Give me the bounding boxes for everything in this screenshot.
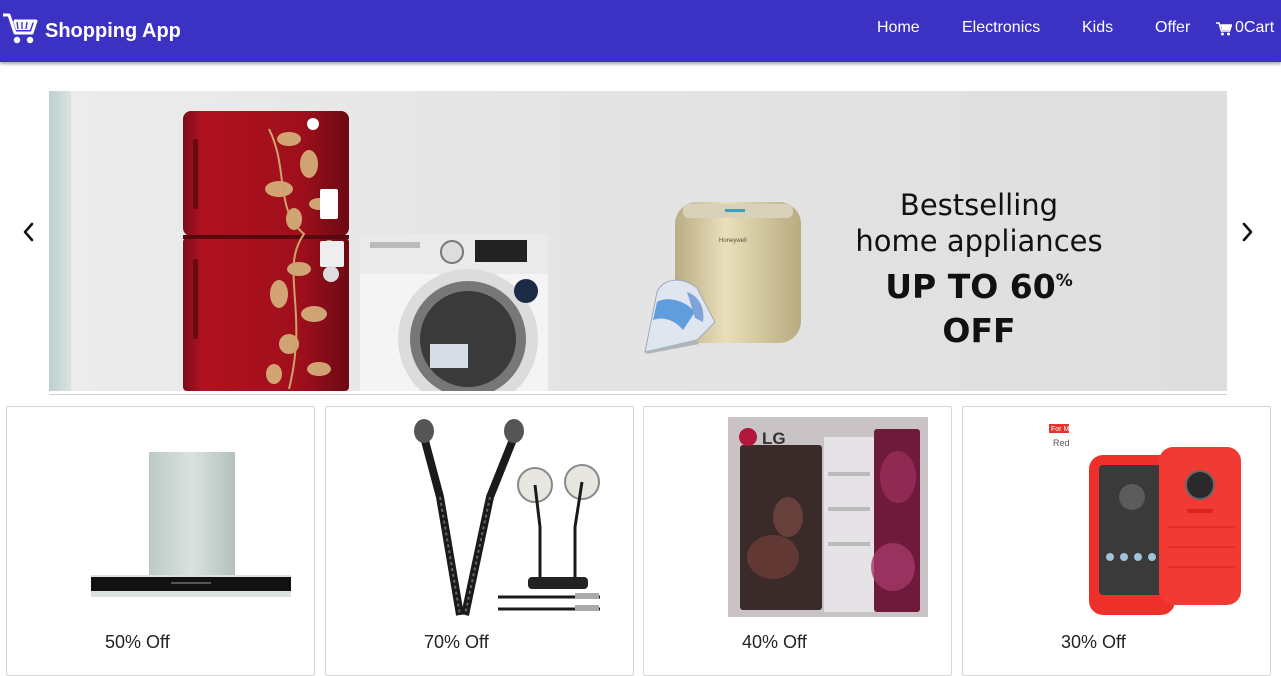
product-card-earphones[interactable]: 70% Off xyxy=(325,406,634,676)
nav-kids[interactable]: Kids xyxy=(1082,19,1113,37)
cart-count: 0 xyxy=(1235,19,1244,36)
nav-offer[interactable]: Offer xyxy=(1155,19,1190,37)
lg-brand-mark: LG xyxy=(762,429,786,448)
window-light xyxy=(49,91,71,391)
banner-headline: Bestselling home appliances UP TO 60% OF… xyxy=(849,187,1109,353)
phone-caption-line-1: For MOTO G5 Plus xyxy=(1051,426,1112,433)
phone-caption-line-2: Red xyxy=(1053,438,1070,448)
discount-label: 40% Off xyxy=(742,632,807,652)
red-phone-case-image: For MOTO G5 Plus Red xyxy=(1047,417,1247,617)
carousel-divider xyxy=(49,394,1227,395)
earphones-image xyxy=(410,417,610,617)
washing-machine-image xyxy=(360,234,548,391)
banner-line-3-prefix: UP TO 60 xyxy=(885,267,1056,306)
brand-title: Shopping App xyxy=(45,19,181,42)
banner-line-3-suffix: OFF xyxy=(942,311,1016,350)
red-refrigerator-image xyxy=(183,111,349,391)
discount-label: 70% Off xyxy=(424,632,489,652)
chevron-right-icon[interactable] xyxy=(1238,219,1258,245)
banner-line-1: Bestselling xyxy=(899,188,1059,222)
cart-label: Cart xyxy=(1243,19,1275,36)
honeywell-brand-mark: Honeywell xyxy=(719,238,747,244)
nav-electronics[interactable]: Electronics xyxy=(962,19,1040,37)
iron-image xyxy=(644,279,716,354)
nav-home[interactable]: Home xyxy=(877,19,920,37)
lg-refrigerator-image: LG xyxy=(728,417,928,617)
navbar: Shopping App Home Electronics Kids Offer… xyxy=(0,0,1281,62)
banner-line-3: UP TO 60% OFF xyxy=(849,259,1109,353)
chimney-image xyxy=(91,452,291,597)
banner-line-2: home appliances xyxy=(855,224,1103,258)
product-card-chimney[interactable]: 50% Off xyxy=(6,406,315,676)
product-card-phone-case[interactable]: For MOTO G5 Plus Red 30% Off xyxy=(962,406,1271,676)
nav-cart[interactable]: 0 Cart xyxy=(1216,19,1274,37)
product-card-refrigerator[interactable]: LG 40% Off xyxy=(643,406,952,676)
discount-label: 30% Off xyxy=(1061,632,1126,652)
chevron-left-icon[interactable] xyxy=(18,219,38,245)
brand-link[interactable]: Shopping App xyxy=(2,12,181,46)
discount-label: 50% Off xyxy=(105,632,170,652)
banner-carousel[interactable]: Honeywell Bestselling home appliances UP… xyxy=(49,91,1227,391)
banner-percent: % xyxy=(1055,271,1073,291)
cart-icon xyxy=(1216,21,1232,35)
shopping-cart-icon xyxy=(3,13,38,44)
